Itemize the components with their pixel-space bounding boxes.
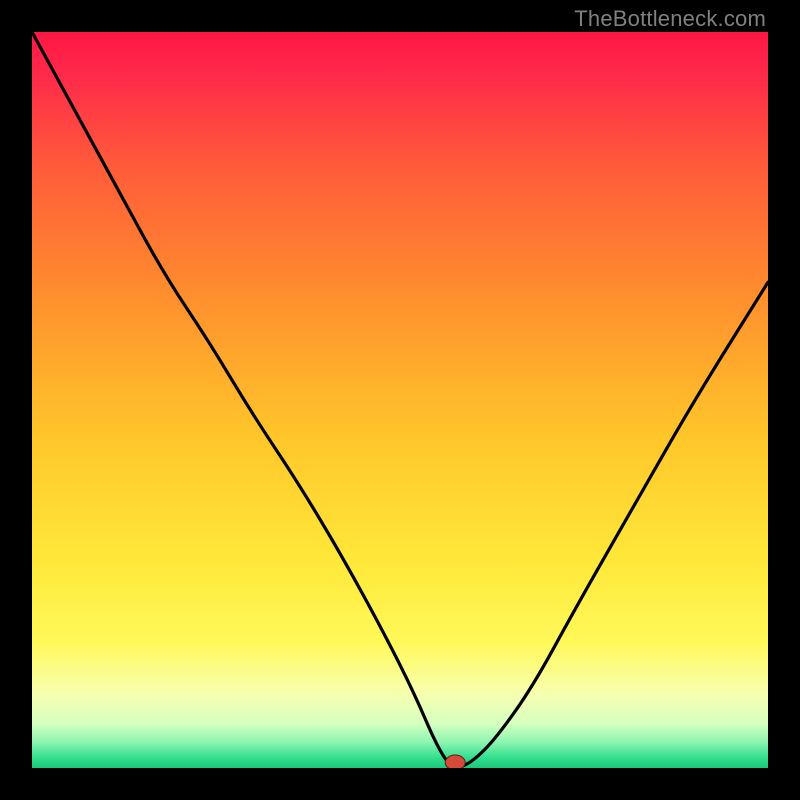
- bottleneck-chart: [32, 32, 768, 768]
- chart-frame: TheBottleneck.com: [0, 0, 800, 800]
- gradient-background: [32, 32, 768, 768]
- plot-area: [32, 32, 768, 768]
- minimum-marker: [445, 755, 465, 768]
- watermark-text: TheBottleneck.com: [574, 6, 766, 32]
